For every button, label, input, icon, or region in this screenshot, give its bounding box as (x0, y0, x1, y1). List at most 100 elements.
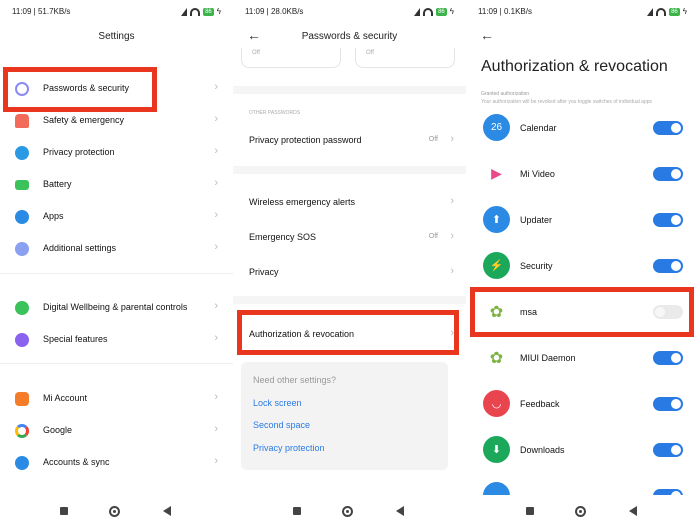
chevron-right-icon: › (450, 133, 454, 145)
toggle-card[interactable]: Off (355, 48, 455, 68)
link-second-space[interactable]: Second space (253, 420, 310, 430)
settings-item-additional-settings[interactable]: Additional settings › (0, 234, 233, 264)
android-icon: ✿ (489, 349, 504, 367)
toggle-switch[interactable] (653, 121, 683, 135)
link-lock-screen[interactable]: Lock screen (253, 398, 302, 408)
row-privacy[interactable]: Privacy › (233, 258, 466, 288)
recents-button[interactable] (293, 507, 301, 515)
page-title: Settings (98, 31, 135, 42)
settings-item-apps[interactable]: Apps › (0, 202, 233, 232)
chevron-right-icon: › (214, 145, 218, 157)
chevron-right-icon: › (214, 332, 218, 344)
divider (0, 273, 233, 283)
page-title: Passwords & security (301, 31, 398, 42)
app-row-calendar: 26 Calendar (466, 107, 699, 153)
app-row-feedback: ◡ Feedback (466, 383, 699, 429)
chevron-right-icon: › (214, 241, 218, 253)
wifi-icon (423, 7, 434, 16)
chevron-right-icon: › (214, 455, 218, 467)
battery-status-icon: 86 (203, 7, 214, 16)
wifi-icon (656, 7, 667, 16)
highlight-box (470, 287, 694, 337)
special-features-icon (15, 333, 29, 347)
battery-status-icon: 86 (436, 7, 447, 16)
toggle-card[interactable]: Off (241, 48, 341, 68)
recents-button[interactable] (60, 507, 68, 515)
app-row-miui-daemon: ✿ MIUI Daemon (466, 337, 699, 383)
dots-icon (15, 242, 29, 256)
charging-icon: ϟ (449, 7, 454, 16)
authorization-revocation-screen: 11:09 | 0.1KB/s 86 ϟ ← Authorization & r… (466, 0, 699, 525)
recents-button[interactable] (526, 507, 534, 515)
nav-bar (233, 501, 466, 525)
status-time: 11:09 | 28.0KB/s (245, 7, 304, 16)
settings-item-privacy-protection[interactable]: Privacy protection › (0, 138, 233, 168)
mi-video-icon: ▶ (483, 160, 510, 187)
chevron-right-icon: › (450, 265, 454, 277)
row-emergency-sos[interactable]: Emergency SOS Off › (233, 223, 466, 253)
wellbeing-icon (15, 301, 29, 315)
home-button[interactable] (342, 506, 353, 517)
row-wireless-emergency-alerts[interactable]: Wireless emergency alerts › (233, 188, 466, 218)
divider (233, 86, 466, 94)
privacy-icon (15, 146, 29, 160)
security-icon: ⚡ (483, 252, 510, 279)
app-icon (483, 482, 510, 495)
divider (0, 363, 233, 373)
home-button[interactable] (575, 506, 586, 517)
section-header: OTHER PASSWORDS (249, 110, 301, 116)
settings-item-battery[interactable]: Battery › (0, 170, 233, 200)
toggle-switch[interactable] (653, 489, 683, 495)
feedback-icon: ◡ (483, 390, 510, 417)
back-button[interactable] (163, 506, 171, 516)
section-header: Granted authorization (481, 91, 530, 97)
status-bar: 11:09 | 28.0KB/s 86 ϟ (245, 7, 454, 19)
account-icon (15, 456, 29, 470)
chevron-right-icon: › (214, 113, 218, 125)
page-title: Authorization & revocation (481, 58, 668, 75)
google-icon (15, 424, 29, 438)
app-row-mi-video: ▶ Mi Video (466, 153, 699, 199)
toggle-switch[interactable] (653, 259, 683, 273)
gear-icon (15, 210, 29, 224)
chevron-right-icon: › (450, 230, 454, 242)
battery-status-icon: 86 (669, 7, 680, 16)
status-icons: 86 ϟ (643, 7, 687, 16)
settings-item-accounts-sync[interactable]: Accounts & sync › (0, 448, 233, 478)
settings-item-mi-account[interactable]: Mi Account › (0, 384, 233, 414)
passwords-security-screen: 11:09 | 28.0KB/s 86 ϟ ← Passwords & secu… (233, 0, 466, 525)
calendar-icon: 26 (483, 114, 510, 141)
home-button[interactable] (109, 506, 120, 517)
nav-bar (0, 501, 233, 525)
chevron-right-icon: › (214, 177, 218, 189)
siren-icon (15, 114, 29, 128)
toggle-switch[interactable] (653, 397, 683, 411)
settings-item-digital-wellbeing[interactable]: Digital Wellbeing & parental controls › (0, 293, 233, 323)
app-row-downloads: ⬇ Downloads (466, 429, 699, 475)
toggle-switch[interactable] (653, 351, 683, 365)
toggle-switch[interactable] (653, 443, 683, 457)
toggle-switch[interactable] (653, 213, 683, 227)
highlight-box (237, 310, 459, 355)
chevron-right-icon: › (214, 423, 218, 435)
status-time: 11:09 | 51.7KB/s (12, 7, 71, 16)
other-settings-card: Need other settings? Lock screen Second … (241, 362, 448, 470)
back-button[interactable] (396, 506, 404, 516)
mi-icon (15, 392, 29, 406)
settings-item-special-features[interactable]: Special features › (0, 325, 233, 355)
chevron-right-icon: › (214, 209, 218, 221)
back-button[interactable] (629, 506, 637, 516)
toggle-switch[interactable] (653, 167, 683, 181)
settings-item-google[interactable]: Google › (0, 416, 233, 446)
signal-icon (410, 7, 421, 16)
wifi-icon (190, 7, 201, 16)
chevron-right-icon: › (450, 195, 454, 207)
back-arrow-icon[interactable]: ← (480, 27, 494, 43)
status-icons: 86 ϟ (410, 7, 454, 16)
status-icons: 86 ϟ (177, 7, 221, 16)
row-privacy-protection-password[interactable]: Privacy protection password Off › (233, 126, 466, 156)
chevron-right-icon: › (214, 81, 218, 93)
app-row-partial (466, 475, 699, 495)
signal-icon (643, 7, 654, 16)
link-privacy-protection[interactable]: Privacy protection (253, 443, 325, 453)
